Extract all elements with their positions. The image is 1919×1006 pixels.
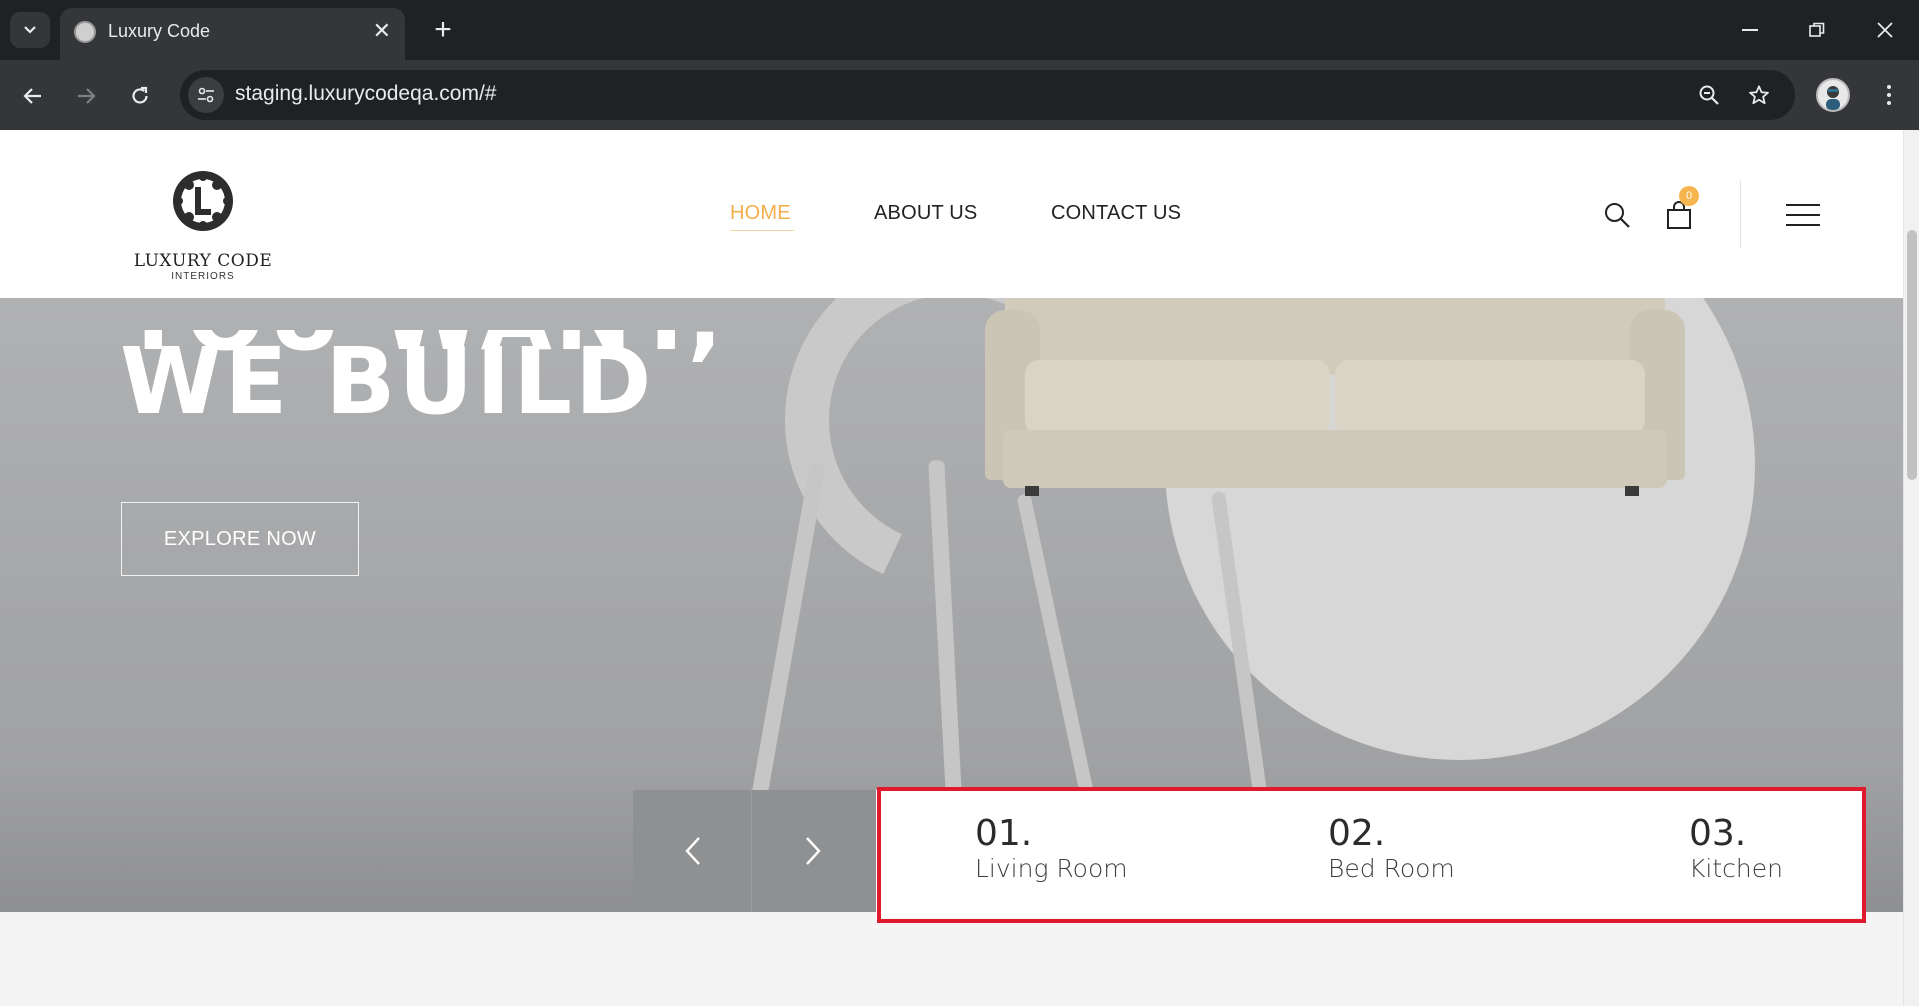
page-scrollbar[interactable] bbox=[1903, 130, 1919, 1006]
chevron-left-icon[interactable] bbox=[663, 821, 723, 881]
favicon-icon bbox=[74, 21, 96, 43]
slider-controls bbox=[633, 790, 876, 912]
browser-tab-active[interactable]: Luxury Code ✕ bbox=[60, 8, 405, 60]
search-icon[interactable] bbox=[1600, 198, 1634, 232]
site-info-icon[interactable] bbox=[188, 77, 224, 113]
logo-emblem-icon bbox=[173, 171, 233, 231]
close-icon[interactable]: ✕ bbox=[373, 17, 391, 45]
nav-home[interactable]: HOME bbox=[730, 202, 791, 225]
plus-icon[interactable]: + bbox=[425, 12, 461, 48]
site-header: LUXURY CODE INTERIORS HOME ABOUT US CONT… bbox=[0, 130, 1903, 298]
zoom-icon[interactable] bbox=[1695, 81, 1723, 109]
nav-active-underline bbox=[730, 230, 794, 231]
chevron-down-icon bbox=[24, 26, 36, 34]
browser-toolbar: staging.luxurycodeqa.com/# bbox=[0, 60, 1919, 130]
forward-icon[interactable] bbox=[66, 76, 106, 116]
explore-now-button[interactable]: EXPLORE NOW bbox=[121, 502, 359, 576]
site-logo[interactable]: LUXURY CODE INTERIORS bbox=[133, 155, 273, 282]
star-icon[interactable] bbox=[1745, 81, 1773, 109]
logo-text: LUXURY CODE bbox=[133, 251, 273, 271]
back-icon[interactable] bbox=[13, 76, 53, 116]
chevron-right-icon[interactable] bbox=[783, 821, 843, 881]
sofa-image bbox=[985, 270, 1685, 496]
profile-avatar[interactable] bbox=[1816, 78, 1850, 112]
nav-contact-us[interactable]: CONTACT US bbox=[1051, 202, 1181, 225]
browser-tab-strip: Luxury Code ✕ + bbox=[0, 0, 1919, 60]
scrollbar-thumb[interactable] bbox=[1907, 230, 1917, 480]
reload-icon[interactable] bbox=[120, 76, 160, 116]
tab-title: Luxury Code bbox=[108, 21, 211, 41]
highlight-box bbox=[877, 787, 1866, 923]
minimize-icon[interactable] bbox=[1727, 10, 1773, 50]
menu-icon[interactable] bbox=[1786, 204, 1820, 226]
header-divider bbox=[1740, 180, 1741, 248]
browser-menu-icon[interactable] bbox=[1872, 78, 1906, 112]
nav-about-us[interactable]: ABOUT US bbox=[874, 202, 977, 225]
hero-title-line2: WE BUILD bbox=[120, 328, 655, 435]
logo-subtext: INTERIORS bbox=[171, 271, 235, 282]
tab-search-button[interactable] bbox=[10, 12, 50, 48]
url-text[interactable]: staging.luxurycodeqa.com/# bbox=[235, 82, 497, 106]
cart-count-badge: 0 bbox=[1679, 186, 1699, 206]
page-viewport: YOU WANT, WE BUILD EXPLORE NOW 01. Livin… bbox=[0, 130, 1919, 1006]
restore-icon[interactable] bbox=[1794, 10, 1840, 50]
window-close-icon[interactable] bbox=[1862, 10, 1908, 50]
address-bar[interactable]: staging.luxurycodeqa.com/# bbox=[180, 70, 1795, 120]
